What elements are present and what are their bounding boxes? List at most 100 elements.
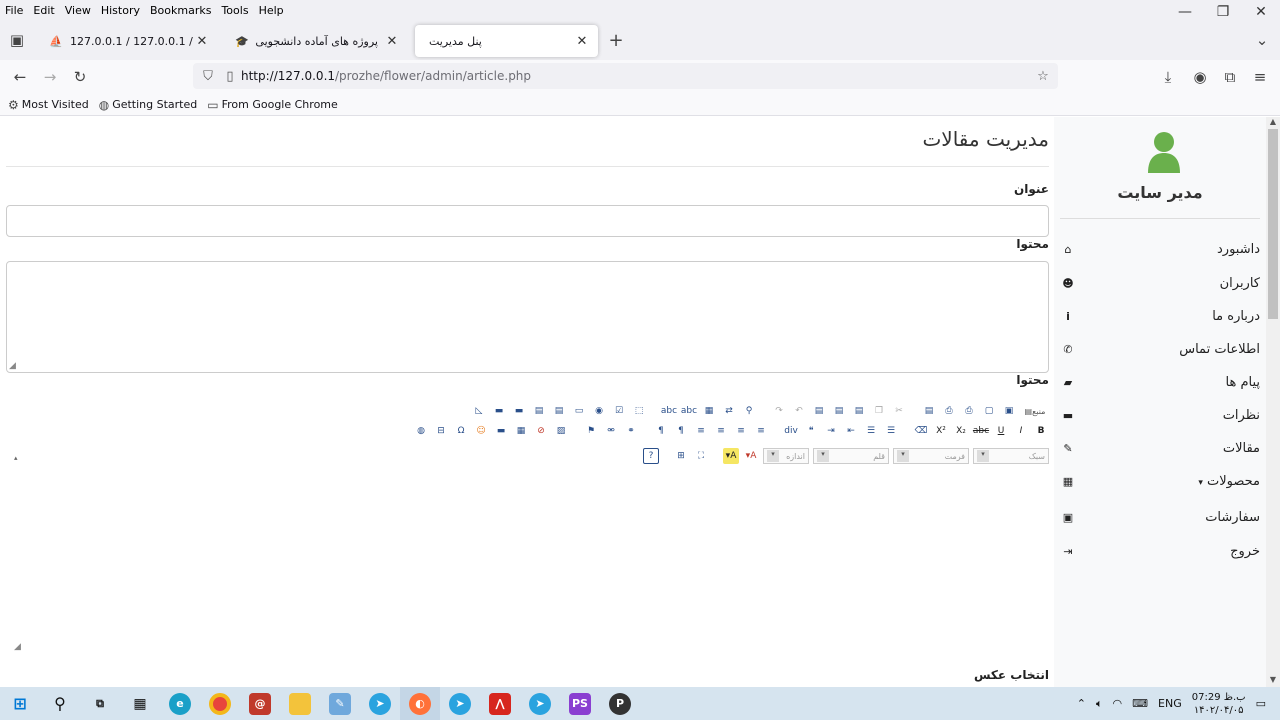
telegram-app-3[interactable]: ➤: [520, 687, 560, 720]
sidebar-item-comments[interactable]: نظرات ▬: [1060, 403, 1260, 427]
subscript-button[interactable]: X₂: [953, 423, 969, 439]
menu-file[interactable]: File: [0, 4, 28, 17]
table-icon[interactable]: ▦: [513, 423, 529, 439]
extensions-icon[interactable]: ⧉: [1218, 65, 1242, 89]
resize-handle-icon[interactable]: ◢: [9, 361, 16, 371]
preview-icon[interactable]: ⎙: [961, 403, 977, 419]
numbered-list-icon[interactable]: ☰: [883, 423, 899, 439]
keyboard-icon[interactable]: ⌨: [1132, 697, 1148, 710]
ltr-icon[interactable]: ¶: [673, 423, 689, 439]
radio-icon[interactable]: ◉: [591, 403, 607, 419]
textfield-icon[interactable]: ▭: [571, 403, 587, 419]
forward-button[interactable]: →: [38, 65, 62, 89]
sidebar-item-logout[interactable]: خروج ⇥: [1060, 539, 1260, 563]
notepad-app[interactable]: ✎: [320, 687, 360, 720]
bookmark-getting-started[interactable]: ◍ Getting Started: [99, 98, 198, 112]
strike-button[interactable]: abc: [973, 423, 989, 439]
maximize-icon[interactable]: ⛶: [693, 448, 709, 464]
sidebar-item-about[interactable]: درباره ما i: [1060, 304, 1260, 328]
wifi-icon[interactable]: ◠: [1113, 697, 1123, 710]
find-icon[interactable]: ⚲: [741, 403, 757, 419]
italic-button[interactable]: I: [1013, 423, 1029, 439]
unlink-icon[interactable]: ⚮: [603, 423, 619, 439]
font-dropdown[interactable]: قلم ▾: [813, 448, 889, 464]
image-insert-icon[interactable]: ▨: [553, 423, 569, 439]
sidebar-item-users[interactable]: کاربران ☻: [1060, 271, 1260, 295]
source-button[interactable]: منبع ▤: [1021, 403, 1049, 419]
text-color-icon[interactable]: A▾: [743, 448, 759, 464]
anchor-icon[interactable]: ⚑: [583, 423, 599, 439]
scroll-up-icon[interactable]: ▲: [1266, 117, 1280, 129]
help-icon[interactable]: ?: [643, 448, 659, 464]
copy-icon[interactable]: ❐: [871, 403, 887, 419]
special-char-icon[interactable]: Ω: [453, 423, 469, 439]
image-button-icon[interactable]: ▬: [491, 403, 507, 419]
volume-icon[interactable]: 🔈︎: [1096, 697, 1103, 711]
telegram-app-1[interactable]: ➤: [360, 687, 400, 720]
scroll-down-icon[interactable]: ▼: [1266, 675, 1280, 687]
flash-icon[interactable]: ⊘: [533, 423, 549, 439]
store-app[interactable]: ▦: [120, 687, 160, 720]
smiley-icon[interactable]: ☺: [473, 423, 489, 439]
reload-button[interactable]: ↻: [68, 65, 92, 89]
bookmark-most-visited[interactable]: ⚙ Most Visited: [8, 98, 89, 112]
page-scrollbar[interactable]: ▲ ▼: [1266, 117, 1280, 687]
firefox-app[interactable]: ◐: [400, 687, 440, 720]
outdent-icon[interactable]: ⇤: [843, 423, 859, 439]
hidden-field-icon[interactable]: ◺: [471, 403, 487, 419]
task-view-button[interactable]: ⧉: [80, 687, 120, 720]
checkbox-icon[interactable]: ☑: [611, 403, 627, 419]
replace-icon[interactable]: ⇄: [721, 403, 737, 419]
style-dropdown[interactable]: سبک ▾: [973, 448, 1049, 464]
iframe-icon[interactable]: ◍: [413, 423, 429, 439]
star-icon[interactable]: ☆: [1032, 69, 1054, 84]
bg-color-icon[interactable]: A▾: [723, 448, 739, 464]
select-all-icon[interactable]: ▦: [701, 403, 717, 419]
horizontal-line-icon[interactable]: ▬: [493, 423, 509, 439]
phpstorm-app[interactable]: PS: [560, 687, 600, 720]
chevron-up-icon[interactable]: ⌃: [1077, 697, 1086, 710]
new-page-icon[interactable]: ▢: [981, 403, 997, 419]
start-button[interactable]: ⊞: [0, 687, 40, 720]
bookmark-folder-chrome[interactable]: ▭ From Google Chrome: [207, 98, 338, 112]
language-indicator[interactable]: ENG: [1158, 697, 1182, 710]
acrobat-app[interactable]: ⋀: [480, 687, 520, 720]
button-field-icon[interactable]: ▬: [511, 403, 527, 419]
page-icon[interactable]: ▯: [219, 69, 241, 84]
close-tab-icon[interactable]: ✕: [194, 34, 210, 49]
tab-list-icon[interactable]: ▣: [5, 28, 29, 52]
chevron-down-icon[interactable]: ⌄: [1250, 28, 1274, 52]
format-dropdown[interactable]: فرمت ▾: [893, 448, 969, 464]
scroll-thumb[interactable]: [1268, 129, 1278, 319]
bold-button[interactable]: B: [1033, 423, 1049, 439]
clock[interactable]: 07:29 ب.ظ ۱۴۰۲/۰۴/۰۵: [1192, 691, 1246, 717]
superscript-button[interactable]: X²: [933, 423, 949, 439]
sidebar-item-articles[interactable]: مقالات ✎: [1060, 436, 1260, 460]
content-textarea[interactable]: ◢: [6, 261, 1049, 373]
show-blocks-icon[interactable]: ⊞: [673, 448, 689, 464]
menu-history[interactable]: History: [96, 4, 145, 17]
paste-icon[interactable]: ▤: [851, 403, 867, 419]
paste-text-icon[interactable]: ▤: [831, 403, 847, 419]
rtl-icon[interactable]: ¶: [653, 423, 669, 439]
collapse-toolbar-icon[interactable]: ▴: [14, 454, 18, 462]
cut-icon[interactable]: ✂: [891, 403, 907, 419]
back-button[interactable]: ←: [8, 65, 32, 89]
bulleted-list-icon[interactable]: ☰: [863, 423, 879, 439]
save-icon[interactable]: ▣: [1001, 403, 1017, 419]
remove-format-icon[interactable]: ⌫: [913, 423, 929, 439]
new-tab-button[interactable]: +: [604, 28, 628, 52]
underline-button[interactable]: U: [993, 423, 1009, 439]
address-bar[interactable]: ⛉ ▯ http://127.0.0.1/prozhe/flower/admin…: [193, 63, 1058, 89]
page-break-icon[interactable]: ⊟: [433, 423, 449, 439]
download-icon[interactable]: ⤓: [1156, 65, 1180, 89]
telegram-app-2[interactable]: ➤: [440, 687, 480, 720]
justify-icon[interactable]: ≡: [693, 423, 709, 439]
indent-icon[interactable]: ⇥: [823, 423, 839, 439]
menu-help[interactable]: Help: [254, 4, 289, 17]
textarea-icon[interactable]: ▤: [551, 403, 567, 419]
sidebar-item-contact[interactable]: اطلاعات تماس ✆: [1060, 337, 1260, 361]
shield-icon[interactable]: ⛉: [197, 69, 219, 84]
link-icon[interactable]: ⚭: [623, 423, 639, 439]
blockquote-icon[interactable]: ❝: [803, 423, 819, 439]
